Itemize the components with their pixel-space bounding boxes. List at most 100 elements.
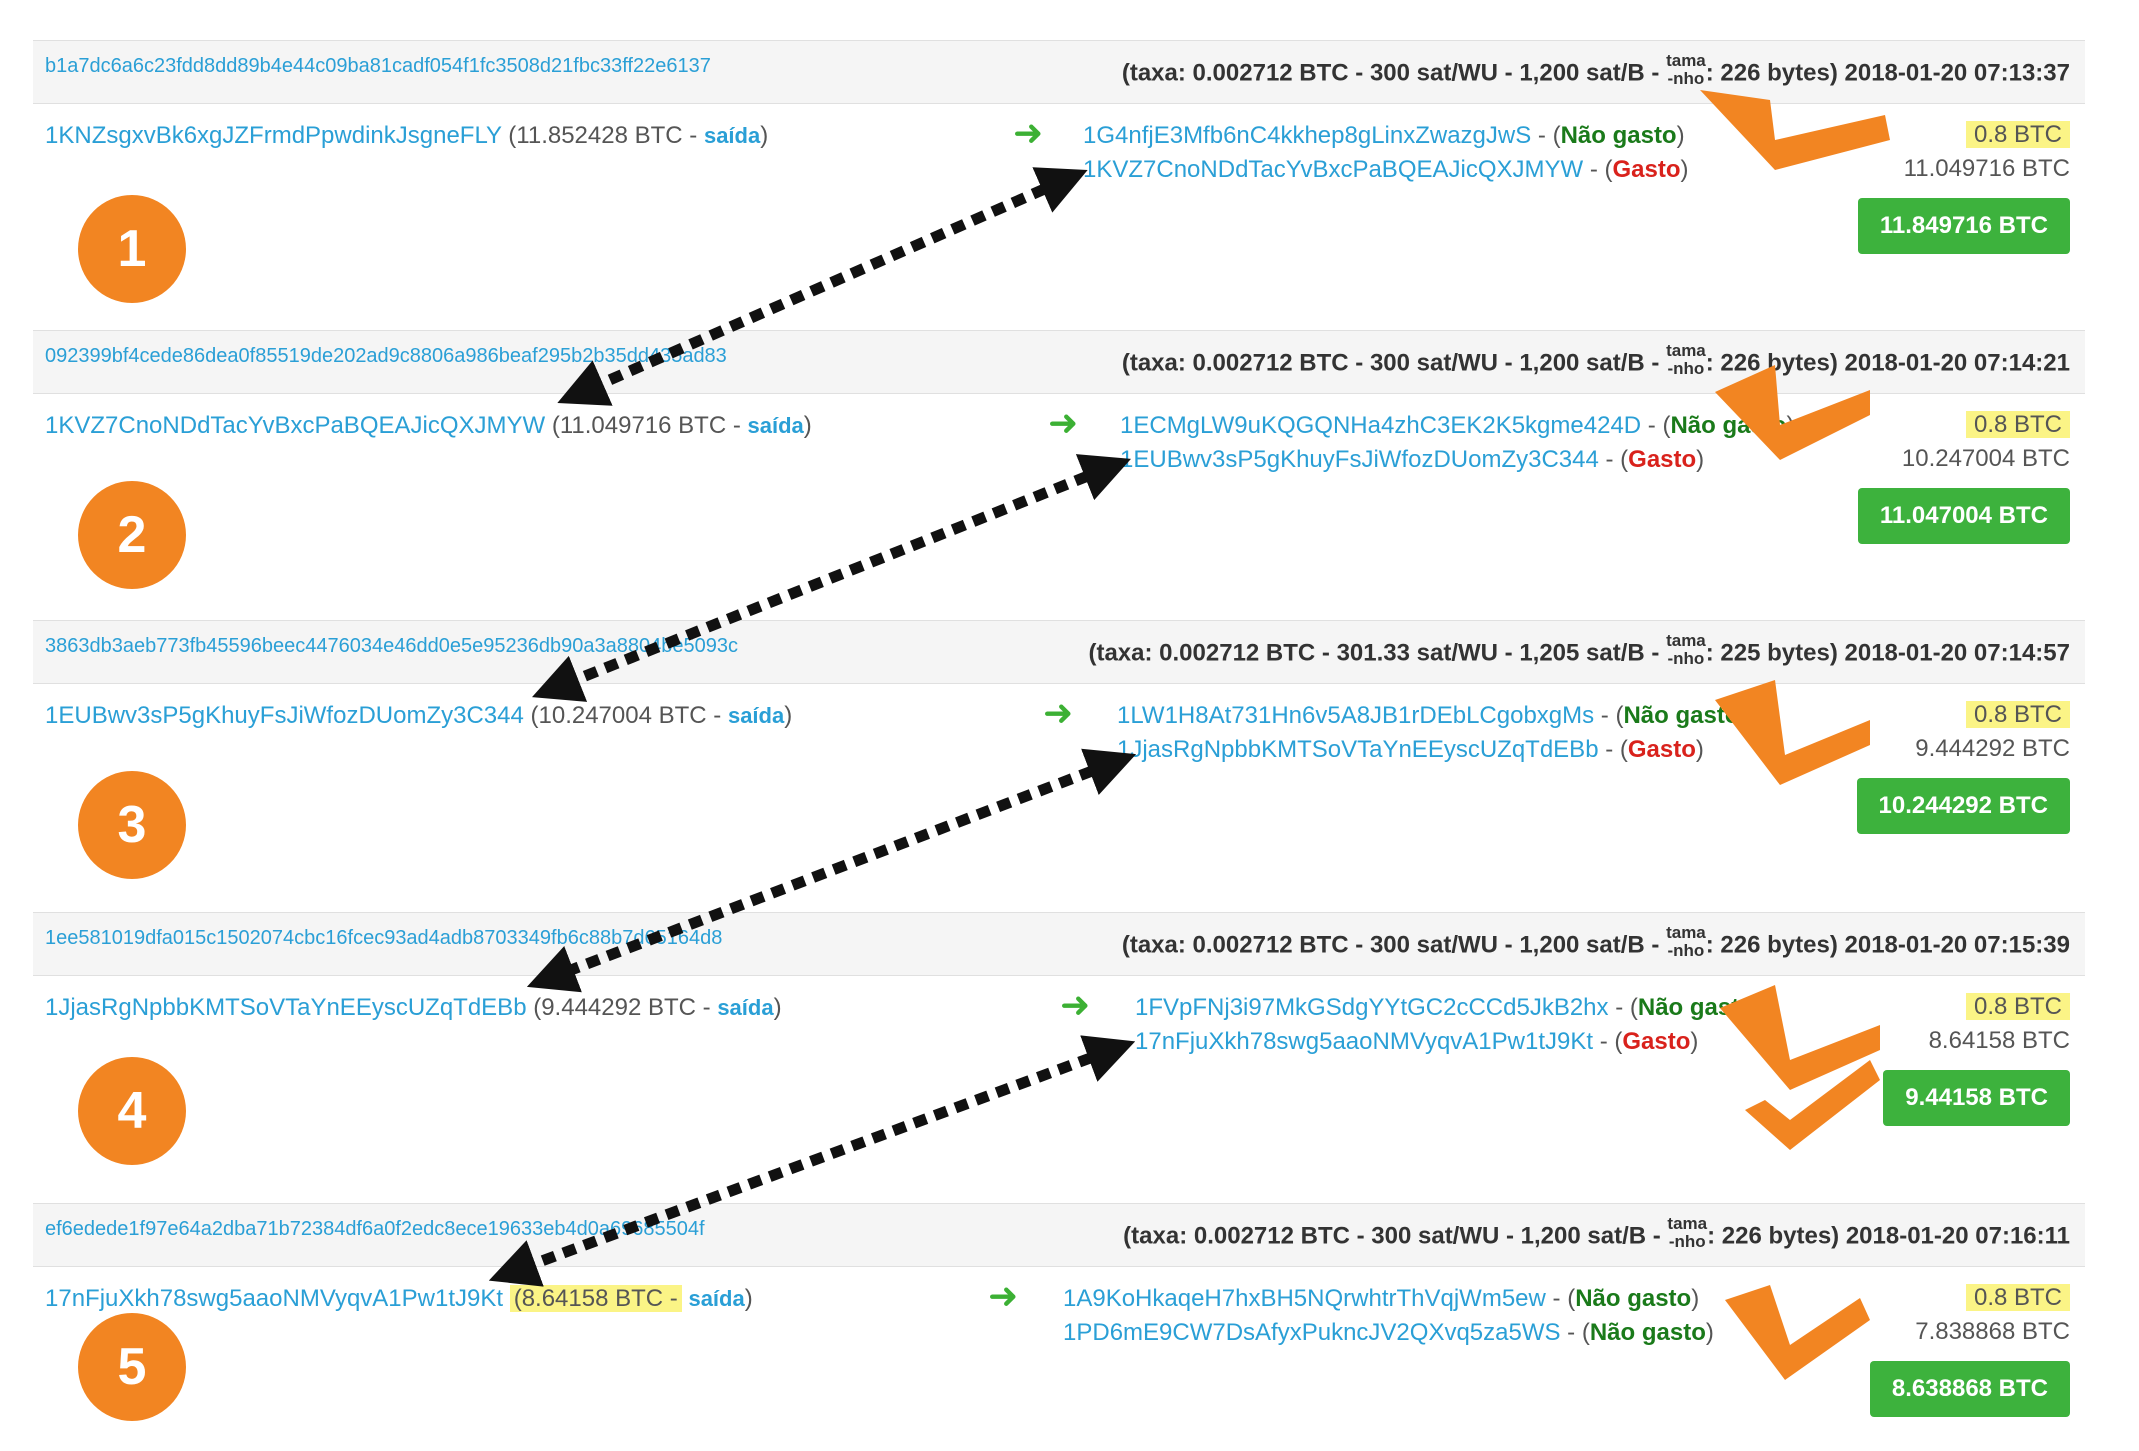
status-unspent: Não gasto	[1589, 1319, 1706, 1346]
output-amount: 8.64158 BTC	[1928, 1027, 2070, 1054]
transaction-header: 3863db3aeb773fb45596beec4476034e46dd0e5e…	[33, 620, 2085, 684]
transaction-hash-link[interactable]: ef6edede1f97e64a2dba71b72384df6a0f2edc8e…	[45, 1218, 705, 1241]
total-badge: 11.047004 BTC	[1857, 488, 2070, 544]
output-row: 1ECMgLW9uKQGQNHa4zhC3EK2K5kgme424D - (Nã…	[1120, 412, 1795, 439]
step-number-badge: 5	[78, 1313, 186, 1421]
output-link[interactable]: saída	[748, 413, 804, 438]
output-address-link[interactable]: 1FVpFNj3i97MkGSdgYYtGC2cCCd5JkB2hx	[1135, 994, 1609, 1021]
total-badge: 9.44158 BTC	[1883, 1070, 2070, 1126]
output-amounts: 0.8 BTC 7.838868 BTC	[1915, 1281, 2070, 1349]
step-number-badge: 4	[78, 1057, 186, 1165]
step-number-badge: 2	[78, 481, 186, 589]
transaction-meta: (taxa: 0.002712 BTC - 300 sat/WU - 1,200…	[1121, 341, 2070, 378]
total-badge: 8.638868 BTC	[1869, 1361, 2070, 1417]
output-amount: 0.8 BTC	[1965, 701, 2070, 728]
arrow-right-icon: ➜	[1013, 112, 1044, 153]
transaction-meta: (taxa: 0.002712 BTC - 300 sat/WU - 1,200…	[1121, 923, 2070, 960]
output-amount: 9.444292 BTC	[1915, 735, 2070, 762]
input-amount-highlight: (8.64158 BTC -	[509, 1285, 682, 1312]
status-unspent: Não gasto	[1560, 122, 1677, 149]
arrow-right-icon: ➜	[1060, 984, 1091, 1025]
status-spent: Gasto	[1628, 446, 1697, 473]
output-address-link[interactable]: 1LW1H8At731Hn6v5A8JB1rDEbLCgobxgMs	[1117, 702, 1594, 729]
output-address-link[interactable]: 1ECMgLW9uKQGQNHa4zhC3EK2K5kgme424D	[1120, 412, 1641, 439]
transaction-block: 3863db3aeb773fb45596beec4476034e46dd0e5e…	[33, 620, 2085, 905]
output-row: 1G4nfjE3Mfb6nC4kkhep8gLinxZwazgJwS - (Nã…	[1083, 122, 1685, 149]
output-row: 1FVpFNj3i97MkGSdgYYtGC2cCCd5JkB2hx - (Nã…	[1135, 994, 1762, 1021]
status-spent: Gasto	[1622, 1028, 1691, 1055]
transaction-hash-link[interactable]: b1a7dc6a6c23fdd8dd89b4e44c09ba81cadf054f…	[45, 55, 711, 78]
transaction-input: 17nFjuXkh78swg5aaoNMVyqvA1Pw1tJ9Kt (8.64…	[45, 1285, 753, 1312]
output-amounts: 0.8 BTC 9.444292 BTC	[1915, 698, 2070, 766]
output-link[interactable]: saída	[717, 995, 773, 1020]
transaction-meta: (taxa: 0.002712 BTC - 300 sat/WU - 1,200…	[1123, 1214, 2070, 1251]
output-amount: 0.8 BTC	[1965, 993, 2070, 1020]
transaction-outputs: 1G4nfjE3Mfb6nC4kkhep8gLinxZwazgJwS - (Nã…	[1083, 119, 1689, 187]
input-address-link[interactable]: 1KNZsgxvBk6xgJZFrmdPpwdinkJsgneFLY	[45, 122, 502, 149]
transaction-input: 1EUBwv3sP5gKhuyFsJiWfozDUomZy3C344 (10.2…	[45, 702, 793, 729]
output-row: 1EUBwv3sP5gKhuyFsJiWfozDUomZy3C344 - (Ga…	[1120, 446, 1705, 473]
output-address-link[interactable]: 1EUBwv3sP5gKhuyFsJiWfozDUomZy3C344	[1120, 446, 1599, 473]
transaction-meta: (taxa: 0.002712 BTC - 300 sat/WU - 1,200…	[1121, 51, 2070, 88]
transaction-block: 1ee581019dfa015c1502074cbc16fcec93ad4adb…	[33, 912, 2085, 1197]
output-amount: 10.247004 BTC	[1901, 445, 2070, 472]
status-unspent: Não gasto	[1575, 1285, 1692, 1312]
transaction-header: b1a7dc6a6c23fdd8dd89b4e44c09ba81cadf054f…	[33, 40, 2085, 104]
output-amount: 7.838868 BTC	[1915, 1318, 2070, 1345]
input-address-link[interactable]: 1KVZ7CnoNDdTacYvBxcPaBQEAJicQXJMYW	[45, 412, 545, 439]
transaction-input: 1KVZ7CnoNDdTacYvBxcPaBQEAJicQXJMYW (11.0…	[45, 412, 812, 439]
output-address-link[interactable]: 1A9KoHkaqeH7hxBH5NQrwhtrThVqjWm5ew	[1063, 1285, 1546, 1312]
transaction-block: b1a7dc6a6c23fdd8dd89b4e44c09ba81cadf054f…	[33, 40, 2085, 320]
output-address-link[interactable]: 1PD6mE9CW7DsAfyxPukncJV2QXvq5za5WS	[1063, 1319, 1561, 1346]
transaction-outputs: 1LW1H8At731Hn6v5A8JB1rDEbLCgobxgMs - (Nã…	[1117, 699, 1747, 767]
output-link[interactable]: saída	[688, 1286, 744, 1311]
transaction-hash-link[interactable]: 3863db3aeb773fb45596beec4476034e46dd0e5e…	[45, 635, 738, 658]
transaction-block: 092399bf4cede86dea0f85519de202ad9c8806a9…	[33, 330, 2085, 615]
output-amount: 0.8 BTC	[1965, 1284, 2070, 1311]
input-address-link[interactable]: 1JjasRgNpbbKMTSoVTaYnEEyscUZqTdEBb	[45, 994, 527, 1021]
status-spent: Gasto	[1627, 736, 1696, 763]
output-address-link[interactable]: 1KVZ7CnoNDdTacYvBxcPaBQEAJicQXJMYW	[1083, 156, 1583, 183]
status-unspent: Não gasto	[1670, 412, 1787, 439]
output-link[interactable]: saída	[728, 703, 784, 728]
output-amount: 0.8 BTC	[1965, 411, 2070, 438]
transaction-hash-link[interactable]: 092399bf4cede86dea0f85519de202ad9c8806a9…	[45, 345, 727, 368]
transaction-header: ef6edede1f97e64a2dba71b72384df6a0f2edc8e…	[33, 1203, 2085, 1267]
output-amounts: 0.8 BTC 8.64158 BTC	[1929, 990, 2070, 1058]
output-address-link[interactable]: 1G4nfjE3Mfb6nC4kkhep8gLinxZwazgJwS	[1083, 122, 1531, 149]
output-row: 1PD6mE9CW7DsAfyxPukncJV2QXvq5za5WS - (Nã…	[1063, 1319, 1714, 1346]
input-address-link[interactable]: 1EUBwv3sP5gKhuyFsJiWfozDUomZy3C344	[45, 702, 524, 729]
total-badge: 11.849716 BTC	[1857, 198, 2070, 254]
transaction-outputs: 1A9KoHkaqeH7hxBH5NQrwhtrThVqjWm5ew - (Nã…	[1063, 1282, 1714, 1350]
transaction-outputs: 1ECMgLW9uKQGQNHa4zhC3EK2K5kgme424D - (Nã…	[1120, 409, 1794, 477]
output-row: 1JjasRgNpbbKMTSoVTaYnEEyscUZqTdEBb - (Ga…	[1117, 736, 1704, 763]
total-badge: 10.244292 BTC	[1856, 778, 2070, 834]
transaction-outputs: 1FVpFNj3i97MkGSdgYYtGC2cCCd5JkB2hx - (Nã…	[1135, 991, 1762, 1059]
output-row: 1LW1H8At731Hn6v5A8JB1rDEbLCgobxgMs - (Nã…	[1117, 702, 1748, 729]
output-link[interactable]: saída	[704, 123, 760, 148]
output-row: 1KVZ7CnoNDdTacYvBxcPaBQEAJicQXJMYW - (Ga…	[1083, 156, 1689, 183]
output-amounts: 0.8 BTC 11.049716 BTC	[1904, 118, 2070, 186]
transaction-header: 1ee581019dfa015c1502074cbc16fcec93ad4adb…	[33, 912, 2085, 976]
transaction-hash-link[interactable]: 1ee581019dfa015c1502074cbc16fcec93ad4adb…	[45, 927, 722, 950]
status-spent: Gasto	[1612, 156, 1681, 183]
output-row: 1A9KoHkaqeH7hxBH5NQrwhtrThVqjWm5ew - (Nã…	[1063, 1285, 1700, 1312]
transaction-header: 092399bf4cede86dea0f85519de202ad9c8806a9…	[33, 330, 2085, 394]
step-number-badge: 1	[78, 195, 186, 303]
step-number-badge: 3	[78, 771, 186, 879]
transaction-input: 1JjasRgNpbbKMTSoVTaYnEEyscUZqTdEBb (9.44…	[45, 994, 782, 1021]
output-amounts: 0.8 BTC 10.247004 BTC	[1902, 408, 2070, 476]
output-amount: 0.8 BTC	[1965, 121, 2070, 148]
output-row: 17nFjuXkh78swg5aaoNMVyqvA1Pw1tJ9Kt - (Ga…	[1135, 1028, 1699, 1055]
output-address-link[interactable]: 17nFjuXkh78swg5aaoNMVyqvA1Pw1tJ9Kt	[1135, 1028, 1593, 1055]
arrow-right-icon: ➜	[1043, 692, 1074, 733]
transaction-meta: (taxa: 0.002712 BTC - 301.33 sat/WU - 1,…	[1088, 631, 2070, 668]
input-address-link[interactable]: 17nFjuXkh78swg5aaoNMVyqvA1Pw1tJ9Kt	[45, 1285, 503, 1312]
arrow-right-icon: ➜	[1048, 402, 1079, 443]
output-address-link[interactable]: 1JjasRgNpbbKMTSoVTaYnEEyscUZqTdEBb	[1117, 736, 1599, 763]
output-amount: 11.049716 BTC	[1903, 155, 2070, 182]
transaction-block: ef6edede1f97e64a2dba71b72384df6a0f2edc8e…	[33, 1203, 2085, 1418]
status-unspent: Não gasto	[1637, 994, 1754, 1021]
status-unspent: Não gasto	[1623, 702, 1740, 729]
arrow-right-icon: ➜	[988, 1275, 1019, 1316]
